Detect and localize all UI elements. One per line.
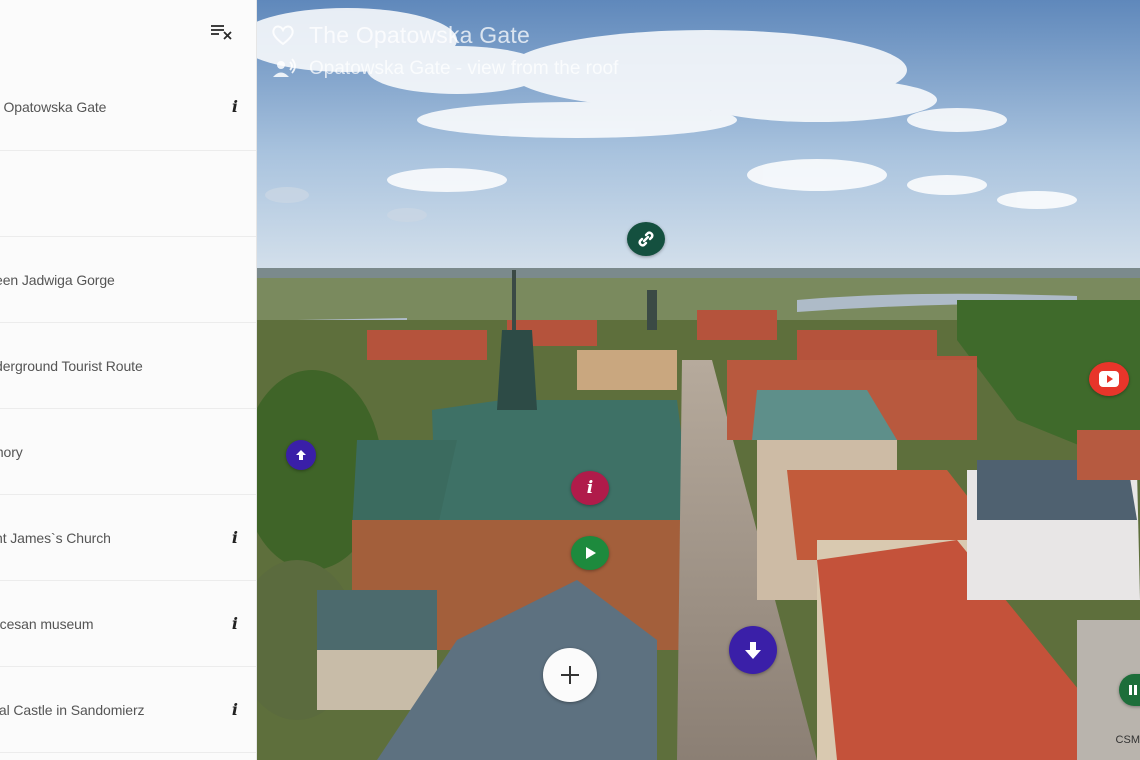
info-icon[interactable]: i	[232, 667, 238, 753]
info-icon[interactable]: i	[232, 581, 238, 667]
playlist-item-diocesan-museum[interactable]: ocesan museum i	[0, 581, 256, 667]
playlist-item-opatowska-gate[interactable]: e Opatowska Gate i	[0, 64, 256, 151]
plus-icon[interactable]	[543, 648, 597, 702]
playlist-close-icon[interactable]	[210, 20, 234, 42]
panorama-image[interactable]	[257, 0, 1140, 760]
credit-text: CSM	[1115, 734, 1140, 746]
tour-playlist-sidebar: e Opatowska Gate i y ieen Jadwiga Gorge i…	[0, 0, 257, 760]
playlist-item-label: ocesan museum	[0, 616, 94, 632]
info-icon[interactable]: i	[232, 64, 238, 150]
playlist-item-underground-route[interactable]: iderground Tourist Route	[0, 323, 256, 409]
playlist-item-label: iderground Tourist Route	[0, 358, 143, 374]
panorama-subtitle: Opatowska Gate - view from the roof	[309, 58, 619, 79]
playlist-item-2[interactable]: y	[0, 151, 256, 237]
users-icon	[271, 58, 297, 80]
playlist-list: e Opatowska Gate i y ieen Jadwiga Gorge i…	[0, 64, 256, 753]
playlist-item-saint-james-church[interactable]: int James`s Church i	[0, 495, 256, 581]
panorama-title-block: The Opatowska Gate Opatowska Gate - view…	[271, 20, 618, 84]
playlist-item-label: mory	[0, 444, 23, 460]
arrow-down-icon[interactable]	[729, 626, 777, 674]
panorama-title: The Opatowska Gate	[309, 21, 530, 48]
playlist-item-queen-jadwiga-gorge[interactable]: ieen Jadwiga Gorge	[0, 237, 256, 323]
panorama-viewer[interactable]: The Opatowska Gate Opatowska Gate - view…	[257, 0, 1140, 760]
playlist-item-label: yal Castle in Sandomierz	[0, 702, 145, 718]
playlist-item-label: int James`s Church	[0, 530, 111, 546]
info-hotspot-label: i	[586, 478, 594, 498]
playlist-item-armoury[interactable]: mory	[0, 409, 256, 495]
youtube-icon[interactable]	[1089, 362, 1129, 396]
playlist-item-label: e Opatowska Gate	[0, 99, 107, 115]
link-icon[interactable]	[627, 222, 665, 256]
arrow-up-icon[interactable]	[286, 440, 316, 470]
info-icon[interactable]: i	[571, 471, 609, 505]
playlist-item-label: ieen Jadwiga Gorge	[0, 272, 115, 288]
play-icon[interactable]	[571, 536, 609, 570]
playlist-item-royal-castle[interactable]: yal Castle in Sandomierz i	[0, 667, 256, 753]
info-icon[interactable]: i	[232, 495, 238, 581]
heart-icon[interactable]	[271, 24, 297, 46]
